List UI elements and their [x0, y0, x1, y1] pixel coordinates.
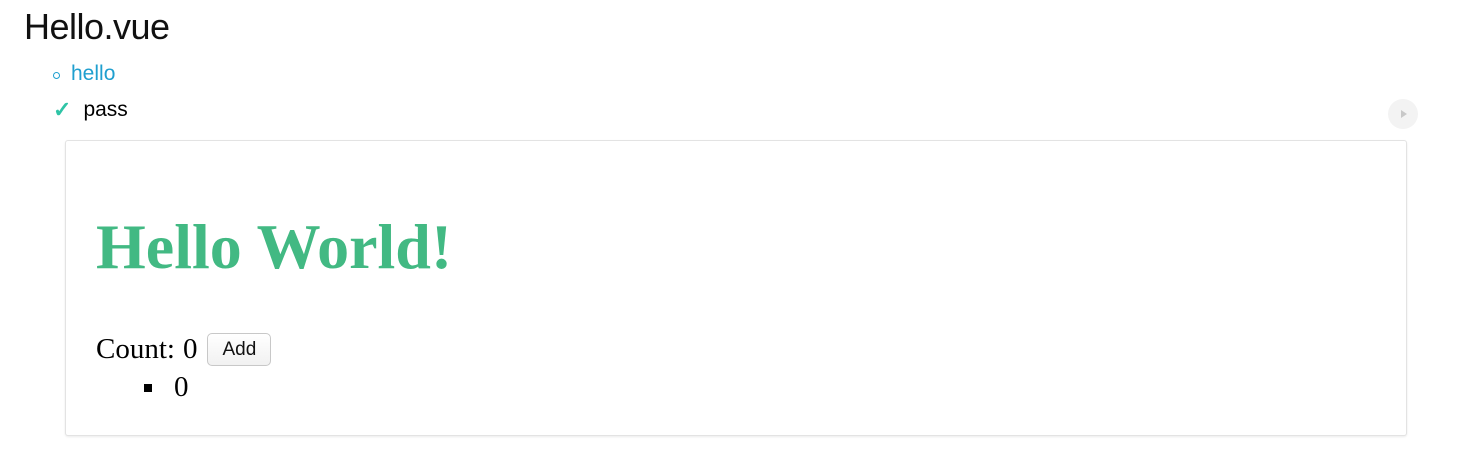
- count-row: Count: 0 Add: [96, 333, 272, 366]
- test-label: pass: [83, 98, 128, 121]
- hello-heading: Hello World!: [96, 211, 453, 282]
- replay-button[interactable]: [1388, 99, 1418, 129]
- square-bullet-icon: [144, 383, 152, 392]
- test-item-pass: ✓ pass: [53, 98, 128, 122]
- count-value: 0: [182, 333, 198, 365]
- component-preview: Hello World! Count: 0 Add 0: [65, 140, 1407, 436]
- list-item-value: 0: [174, 371, 189, 403]
- add-button[interactable]: Add: [207, 333, 272, 366]
- play-icon: [1401, 110, 1407, 118]
- test-label: hello: [71, 62, 116, 85]
- suite-title: Hello.vue: [24, 6, 170, 47]
- count-label: Count:: [96, 333, 175, 365]
- circle-bullet-icon: [53, 71, 60, 79]
- list-item: 0: [144, 371, 189, 404]
- test-link-hello[interactable]: hello: [53, 62, 115, 86]
- check-icon: ✓: [53, 97, 72, 122]
